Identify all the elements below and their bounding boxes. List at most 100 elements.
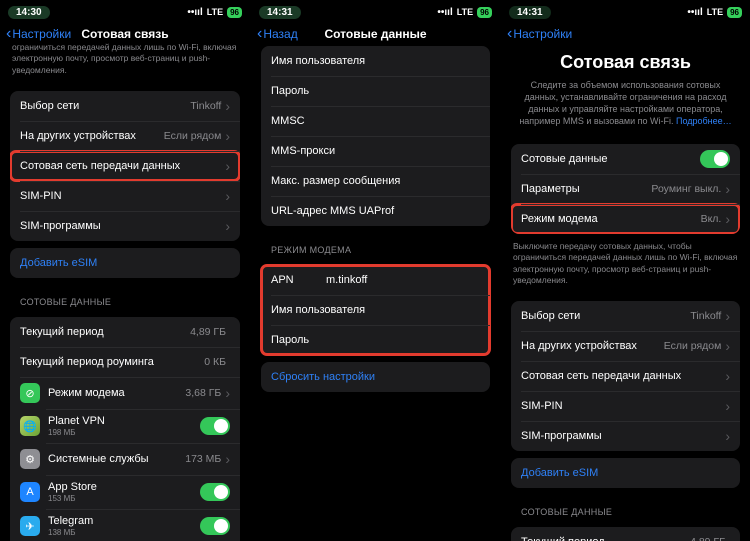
status-bar: 14:30 ••ııl LTE 96: [0, 0, 250, 20]
status-bar: 14:31 ••ııl LTE 96: [501, 0, 750, 20]
description: Следите за объемом использования сотовых…: [501, 79, 750, 134]
row-other-devices[interactable]: На других устройствах Если рядом ›: [10, 121, 240, 151]
footer-note: ограничиться передачей данных лишь по Wi…: [0, 42, 250, 84]
chevron-right-icon: ›: [225, 219, 230, 233]
group-add-esim: Добавить eSIM: [10, 248, 240, 278]
signal-icon: ••ııl: [437, 7, 452, 18]
back-label: Настройки: [12, 27, 71, 41]
group-mms: Имя пользователя Пароль MMSC MMS-прокси …: [261, 46, 490, 226]
row-cellular-data-network[interactable]: Сотовая сеть передачи данных ›: [511, 361, 740, 391]
group-data-usage: Текущий период 4,89 ГБ Текущий период ро…: [10, 317, 240, 541]
battery-icon: 96: [727, 7, 742, 18]
row-telegram[interactable]: ✈ Telegram 138 МБ: [10, 509, 240, 541]
status-time: 14:31: [509, 6, 551, 19]
toggle-telegram[interactable]: [200, 517, 230, 535]
row-cellular-data[interactable]: Сотовые данные: [511, 144, 740, 174]
row-mms-proxy[interactable]: MMS-прокси: [261, 136, 490, 166]
row-parameters[interactable]: Параметры Роуминг выкл. ›: [511, 174, 740, 204]
toggle-vpn[interactable]: [200, 417, 230, 435]
chevron-right-icon: ›: [225, 99, 230, 113]
network-label: LTE: [707, 7, 723, 17]
row-mms-uaprof[interactable]: URL-адрес MMS UAProf: [261, 196, 490, 226]
chevron-right-icon: ›: [725, 429, 730, 443]
chevron-right-icon: ›: [725, 399, 730, 413]
row-app-store[interactable]: A App Store 153 МБ: [10, 475, 240, 509]
chevron-right-icon: ›: [225, 159, 230, 173]
row-cellular-data-network[interactable]: Сотовая сеть передачи данных ›: [10, 151, 240, 181]
chevron-right-icon: ›: [725, 182, 730, 196]
big-title: Сотовая связь: [501, 42, 750, 79]
chevron-right-icon: ›: [225, 452, 230, 466]
pane-cellular-main: 14:31 ••ııl LTE 96 ‹ Настройки Сотовая с…: [500, 0, 750, 541]
telegram-icon: ✈: [20, 516, 40, 536]
toggle-appstore[interactable]: [200, 483, 230, 501]
group-add-esim: Добавить eSIM: [511, 458, 740, 488]
row-sim-apps[interactable]: SIM-программы ›: [10, 211, 240, 241]
pane-cellular: 14:30 ••ııl LTE 96 ‹ Настройки Сотовая с…: [0, 0, 250, 541]
chevron-right-icon: ›: [725, 339, 730, 353]
group-network: Выбор сети Tinkoff › На других устройств…: [511, 301, 740, 451]
chevron-left-icon: ‹: [507, 26, 512, 42]
group-data-usage: Текущий период 4,89 ГБ: [511, 527, 740, 541]
chevron-right-icon: ›: [225, 189, 230, 203]
pane-cellular-data-network: 14:31 ••ııl LTE 96 ‹ Назад Сотовые данны…: [250, 0, 500, 541]
chevron-left-icon: ‹: [6, 26, 11, 42]
chevron-left-icon: ‹: [257, 26, 262, 42]
section-cellular-data: СОТОВЫЕ ДАННЫЕ: [501, 495, 750, 520]
group-hotspot-apn: APN m.tinkoff Имя пользователя Пароль: [261, 265, 490, 355]
status-bar: 14:31 ••ııl LTE 96: [251, 0, 500, 20]
row-system-services[interactable]: ⚙ Системные службы 173 МБ ›: [10, 443, 240, 475]
group-network: Выбор сети Tinkoff › На других устройств…: [10, 91, 240, 241]
row-password[interactable]: Пароль: [261, 76, 490, 106]
toggle-cellular-data[interactable]: [700, 150, 730, 168]
row-sim-pin[interactable]: SIM-PIN ›: [511, 391, 740, 421]
footer-note: Выключите передачу сотовых данных, чтобы…: [501, 241, 750, 295]
section-cellular-data: СОТОВЫЕ ДАННЫЕ: [0, 285, 250, 310]
row-reset-settings[interactable]: Сбросить настройки: [261, 362, 490, 392]
row-network-selection[interactable]: Выбор сети Tinkoff ›: [10, 91, 240, 121]
row-sim-pin[interactable]: SIM-PIN ›: [10, 181, 240, 211]
gear-icon: ⚙: [20, 449, 40, 469]
chevron-right-icon: ›: [725, 212, 730, 226]
row-sim-apps[interactable]: SIM-программы ›: [511, 421, 740, 451]
row-username[interactable]: Имя пользователя: [261, 295, 490, 325]
learn-more-link[interactable]: Подробнее…: [676, 116, 732, 126]
hotspot-icon: ⊘: [20, 383, 40, 403]
status-time: 14:30: [8, 6, 50, 19]
row-current-period[interactable]: Текущий период 4,89 ГБ: [511, 527, 740, 541]
back-button[interactable]: ‹ Настройки: [507, 26, 572, 42]
network-label: LTE: [207, 7, 223, 17]
chevron-right-icon: ›: [225, 129, 230, 143]
back-label: Назад: [263, 27, 297, 41]
battery-icon: 96: [477, 7, 492, 18]
row-hotspot-mode[interactable]: Режим модема Вкл. ›: [511, 204, 740, 234]
chevron-right-icon: ›: [725, 369, 730, 383]
row-planet-vpn[interactable]: 🌐 Planet VPN 198 МБ: [10, 409, 240, 443]
row-mmsc[interactable]: MMSC: [261, 106, 490, 136]
row-other-devices[interactable]: На других устройствах Если рядом ›: [511, 331, 740, 361]
row-network-selection[interactable]: Выбор сети Tinkoff ›: [511, 301, 740, 331]
chevron-right-icon: ›: [725, 309, 730, 323]
apn-value: m.tinkoff: [326, 274, 480, 286]
row-roaming-period[interactable]: Текущий период роуминга 0 КБ: [10, 347, 240, 377]
chevron-right-icon: ›: [225, 386, 230, 400]
row-add-esim[interactable]: Добавить eSIM: [10, 248, 240, 278]
signal-icon: ••ııl: [687, 7, 702, 18]
appstore-icon: A: [20, 482, 40, 502]
status-time: 14:31: [259, 6, 301, 19]
back-button[interactable]: ‹ Назад: [257, 26, 298, 42]
row-username[interactable]: Имя пользователя: [261, 46, 490, 76]
back-label: Настройки: [513, 27, 572, 41]
group-reset: Сбросить настройки: [261, 362, 490, 392]
group-cellular-top: Сотовые данные Параметры Роуминг выкл. ›…: [511, 144, 740, 234]
row-apn[interactable]: APN m.tinkoff: [261, 265, 490, 295]
row-current-period[interactable]: Текущий период 4,89 ГБ: [10, 317, 240, 347]
network-label: LTE: [457, 7, 473, 17]
back-button[interactable]: ‹ Настройки: [6, 26, 71, 42]
section-hotspot: РЕЖИМ МОДЕМА: [251, 233, 500, 258]
row-hotspot[interactable]: ⊘ Режим модема 3,68 ГБ ›: [10, 377, 240, 409]
row-password[interactable]: Пароль: [261, 325, 490, 355]
row-mms-max-size[interactable]: Макс. размер сообщения: [261, 166, 490, 196]
planet-vpn-icon: 🌐: [20, 416, 40, 436]
row-add-esim[interactable]: Добавить eSIM: [511, 458, 740, 488]
